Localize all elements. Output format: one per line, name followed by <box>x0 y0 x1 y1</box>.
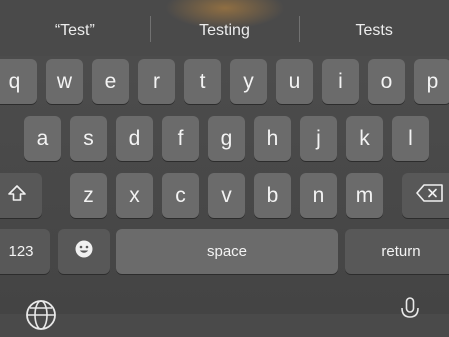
key-v[interactable]: v <box>208 173 245 218</box>
key-h[interactable]: h <box>254 116 291 161</box>
shift-key[interactable] <box>0 173 42 218</box>
key-z[interactable]: z <box>70 173 107 218</box>
key-l[interactable]: l <box>392 116 429 161</box>
key-q[interactable]: q <box>0 59 37 104</box>
key-w[interactable]: w <box>46 59 83 104</box>
space-key[interactable]: space <box>116 229 338 274</box>
key-b[interactable]: b <box>254 173 291 218</box>
suggestion-bar: “Test” Testing Tests <box>0 0 449 56</box>
key-i[interactable]: i <box>322 59 359 104</box>
key-c[interactable]: c <box>162 173 199 218</box>
emoji-icon <box>74 239 94 265</box>
key-g[interactable]: g <box>208 116 245 161</box>
key-t[interactable]: t <box>184 59 221 104</box>
key-s[interactable]: s <box>70 116 107 161</box>
key-row-3: z x c v b n m <box>0 173 449 218</box>
key-x[interactable]: x <box>116 173 153 218</box>
key-f[interactable]: f <box>162 116 199 161</box>
key-y[interactable]: y <box>230 59 267 104</box>
delete-key[interactable] <box>402 173 449 218</box>
return-key[interactable]: return <box>345 229 449 274</box>
shift-icon <box>7 183 27 209</box>
key-u[interactable]: u <box>276 59 313 104</box>
key-row-2: a s d f g h j k l <box>0 116 449 161</box>
key-n[interactable]: n <box>300 173 337 218</box>
globe-icon[interactable] <box>24 298 58 337</box>
key-e[interactable]: e <box>92 59 129 104</box>
key-a[interactable]: a <box>24 116 61 161</box>
keyboard: “Test” Testing Tests q w e r t y u i o p… <box>0 0 449 330</box>
numbers-key[interactable]: 123 <box>0 229 50 274</box>
delete-icon <box>415 183 444 209</box>
suggestion-1[interactable]: “Test” <box>0 0 150 56</box>
key-p[interactable]: p <box>414 59 449 104</box>
key-o[interactable]: o <box>368 59 405 104</box>
key-j[interactable]: j <box>300 116 337 161</box>
key-row-1: q w e r t y u i o p <box>0 59 449 104</box>
suggestion-2[interactable]: Testing <box>149 0 300 56</box>
emoji-key[interactable] <box>58 229 110 274</box>
key-row-4: 123 space return <box>0 229 449 274</box>
key-d[interactable]: d <box>116 116 153 161</box>
suggestion-3[interactable]: Tests <box>299 0 449 56</box>
key-k[interactable]: k <box>346 116 383 161</box>
key-m[interactable]: m <box>346 173 383 218</box>
key-r[interactable]: r <box>138 59 175 104</box>
